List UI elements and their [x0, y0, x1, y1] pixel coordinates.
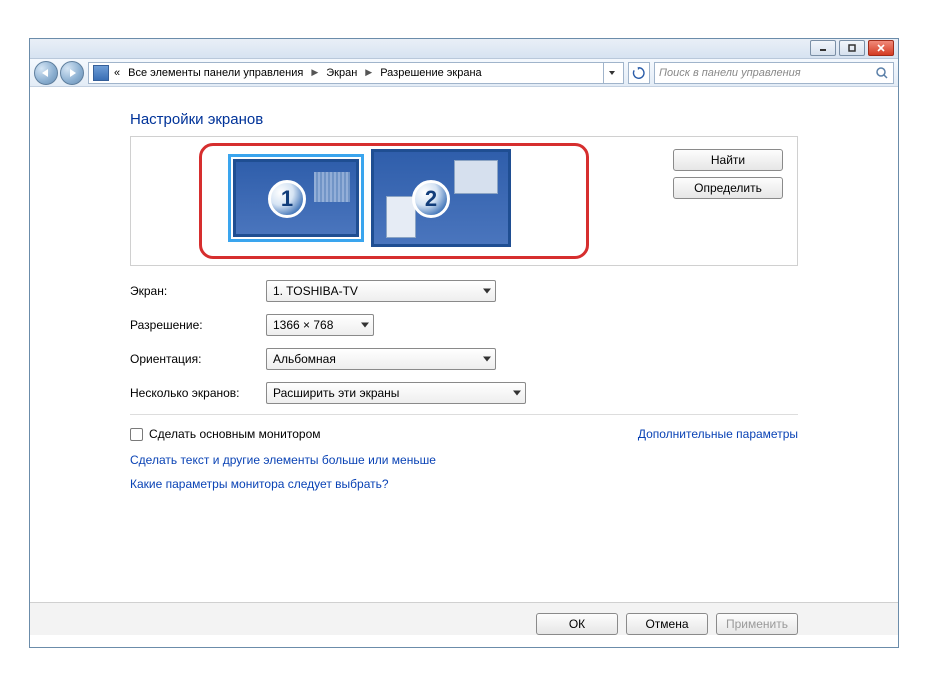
chevron-down-icon [483, 289, 491, 294]
chevron-icon: ▶ [308, 67, 321, 78]
breadcrumb-item-2[interactable]: Экран [323, 67, 360, 79]
screen-value: 1. TOSHIBA-TV [273, 284, 358, 298]
monitor-1[interactable]: 1 [233, 159, 359, 237]
dialog-buttons: ОК Отмена Применить [30, 602, 898, 635]
orientation-label: Ориентация: [130, 352, 260, 366]
nav-arrows [34, 61, 84, 85]
maximize-button[interactable] [839, 40, 865, 56]
window: « Все элементы панели управления ▶ Экран… [29, 38, 899, 648]
monitor-decoration [454, 160, 498, 194]
orientation-value: Альбомная [273, 352, 336, 366]
breadcrumb-item-3[interactable]: Разрешение экрана [377, 67, 484, 79]
identify-button[interactable]: Определить [673, 177, 783, 199]
monitor-1-badge: 1 [268, 180, 306, 218]
chevron-down-icon [483, 357, 491, 362]
refresh-button[interactable] [628, 62, 650, 84]
apply-button[interactable]: Применить [716, 613, 798, 635]
forward-button[interactable] [60, 61, 84, 85]
search-placeholder: Поиск в панели управления [659, 67, 801, 79]
multi-screen-value: Расширить эти экраны [273, 386, 399, 400]
monitor-decoration [314, 172, 350, 202]
control-panel-icon [93, 65, 109, 81]
navbar: « Все элементы панели управления ▶ Экран… [30, 59, 898, 87]
breadcrumb-chevron-left: « [111, 67, 123, 79]
resolution-value: 1366 × 768 [273, 318, 333, 332]
settings-form: Экран: 1. TOSHIBA-TV Разрешение: 1366 × … [130, 280, 798, 404]
monitor-side-buttons: Найти Определить [673, 149, 783, 199]
multi-screen-select[interactable]: Расширить эти экраны [266, 382, 526, 404]
page-title: Настройки экранов [130, 111, 798, 128]
text-size-link[interactable]: Сделать текст и другие элементы больше и… [130, 453, 798, 467]
advanced-settings-link[interactable]: Дополнительные параметры [638, 427, 798, 441]
monitor-2[interactable]: 2 [371, 149, 511, 247]
resolution-label: Разрешение: [130, 318, 260, 332]
content: Настройки экранов 1 2 Найти Определить [30, 87, 898, 647]
monitor-help-link[interactable]: Какие параметры монитора следует выбрать… [130, 477, 798, 491]
chevron-icon: ▶ [362, 67, 375, 78]
search-icon [875, 66, 889, 80]
cancel-button[interactable]: Отмена [626, 613, 708, 635]
close-button[interactable] [868, 40, 894, 56]
divider [130, 414, 798, 415]
monitors-preview: 1 2 [145, 149, 511, 247]
monitor-panel: 1 2 Найти Определить [130, 136, 798, 266]
orientation-select[interactable]: Альбомная [266, 348, 496, 370]
window-controls [810, 40, 894, 56]
breadcrumb-dropdown[interactable] [603, 63, 619, 83]
find-button[interactable]: Найти [673, 149, 783, 171]
ok-button[interactable]: ОК [536, 613, 618, 635]
back-button[interactable] [34, 61, 58, 85]
search-input[interactable]: Поиск в панели управления [654, 62, 894, 84]
chevron-down-icon [361, 323, 369, 328]
monitor-2-badge: 2 [412, 180, 450, 218]
primary-monitor-label: Сделать основным монитором [149, 427, 321, 441]
minimize-button[interactable] [810, 40, 836, 56]
breadcrumb[interactable]: « Все элементы панели управления ▶ Экран… [88, 62, 624, 84]
breadcrumb-item-1[interactable]: Все элементы панели управления [125, 67, 306, 79]
primary-monitor-checkbox[interactable] [130, 428, 143, 441]
screen-label: Экран: [130, 284, 260, 298]
titlebar [30, 39, 898, 59]
multi-screen-label: Несколько экранов: [130, 386, 260, 400]
screen-select[interactable]: 1. TOSHIBA-TV [266, 280, 496, 302]
chevron-down-icon [513, 391, 521, 396]
resolution-select[interactable]: 1366 × 768 [266, 314, 374, 336]
primary-monitor-row: Сделать основным монитором Дополнительны… [130, 427, 798, 441]
